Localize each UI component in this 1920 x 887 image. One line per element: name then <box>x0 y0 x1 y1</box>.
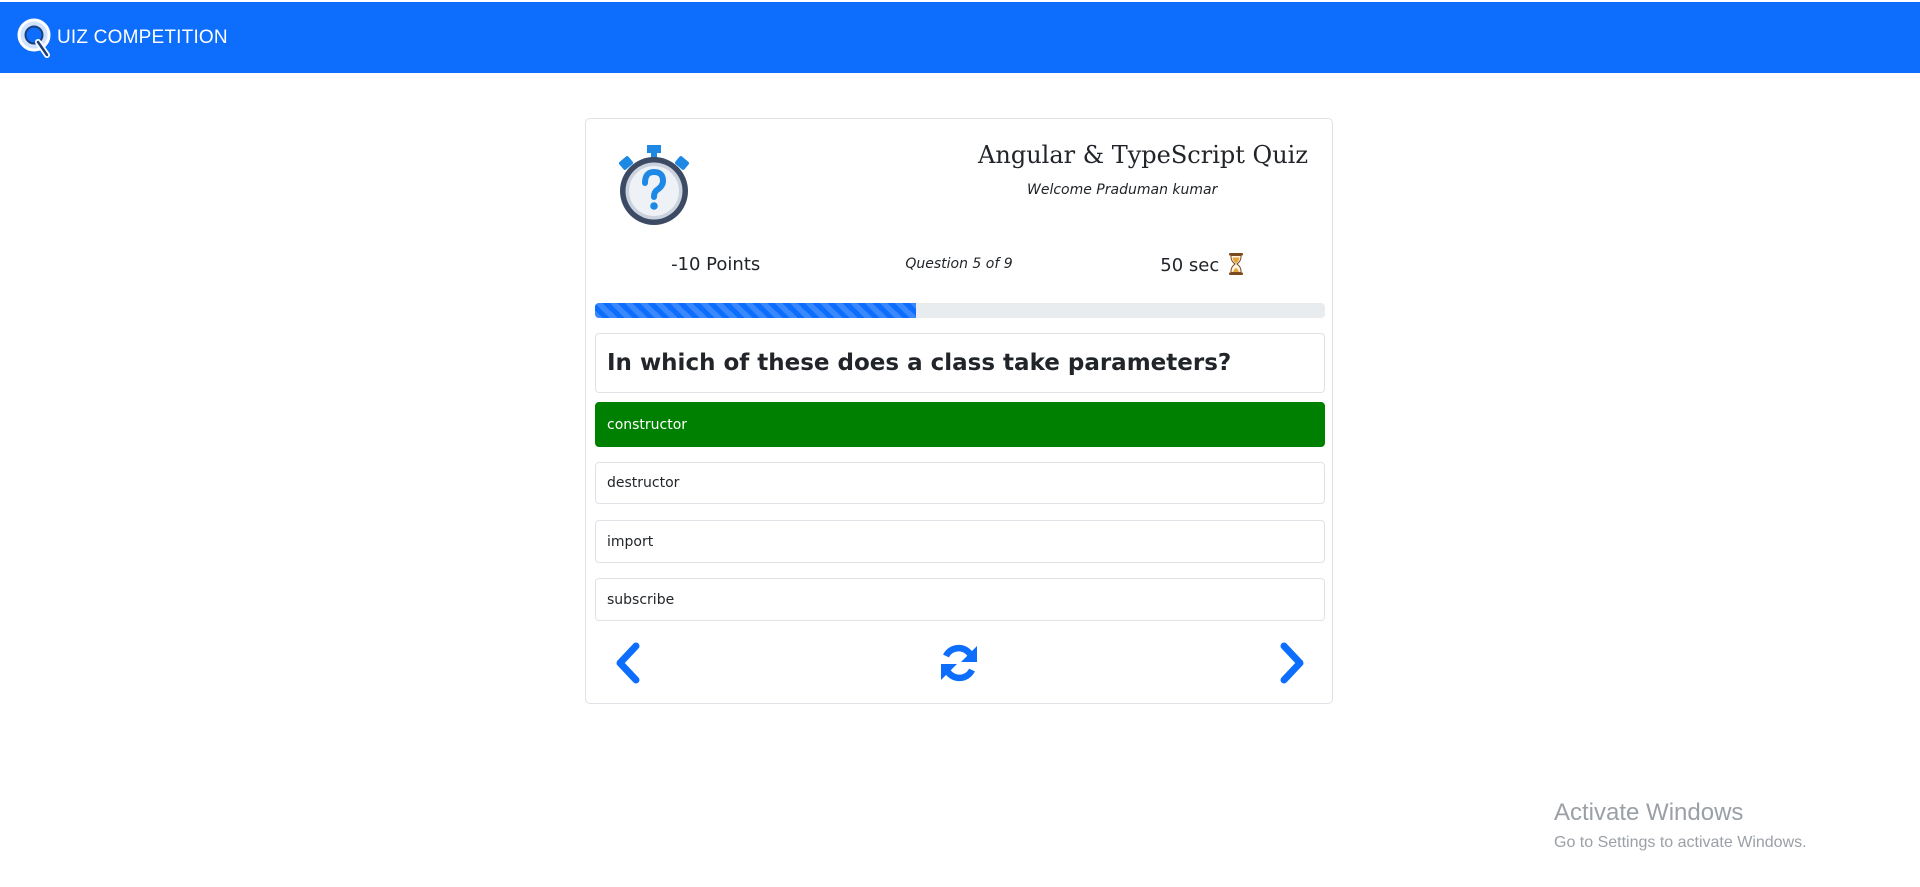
quiz-stats-row: -10 Points Question 5 of 9 50 sec <box>594 249 1324 279</box>
brand-text: UIZ COMPETITION <box>57 26 228 48</box>
progress-fill <box>595 303 917 318</box>
points-display: -10 Points <box>671 253 761 275</box>
quiz-title: Angular & TypeScript Quiz <box>978 141 1308 169</box>
previous-question-button[interactable] <box>606 640 648 686</box>
quiz-logo-icon <box>17 18 51 58</box>
timer-text: 50 sec <box>1160 254 1220 276</box>
watermark-subtitle: Go to Settings to activate Windows. <box>1554 834 1807 851</box>
top-navbar: UIZ COMPETITION <box>0 2 1920 73</box>
question-box: In which of these does a class take para… <box>595 333 1325 393</box>
hourglass-icon <box>1229 252 1244 275</box>
question-text: In which of these does a class take para… <box>607 350 1232 376</box>
chevron-left-icon <box>616 642 640 684</box>
chevron-right-icon <box>1280 642 1304 684</box>
windows-activation-watermark: Activate Windows Go to Settings to activ… <box>1554 799 1807 853</box>
answer-option-constructor[interactable]: constructor <box>595 402 1325 447</box>
answer-option-label: constructor <box>607 416 688 433</box>
quiz-progress-bar <box>595 303 1325 318</box>
answer-option-label: destructor <box>607 475 680 491</box>
answer-option-import[interactable]: import <box>595 520 1325 563</box>
question-counter: Question 5 of 9 <box>905 256 1013 272</box>
answer-option-subscribe[interactable]: subscribe <box>595 578 1325 621</box>
stopwatch-question-icon <box>619 145 689 225</box>
refresh-icon <box>941 644 977 682</box>
timer-display: 50 sec <box>1081 252 1324 276</box>
answer-option-label: subscribe <box>607 591 675 608</box>
restart-quiz-button[interactable] <box>938 640 980 686</box>
next-question-button[interactable] <box>1272 640 1314 686</box>
answer-option-destructor[interactable]: destructor <box>595 462 1325 504</box>
brand-link[interactable]: UIZ COMPETITION <box>16 16 228 60</box>
quiz-card: Angular & TypeScript Quiz Welcome Pradum… <box>585 118 1333 704</box>
watermark-title: Activate Windows <box>1554 799 1744 826</box>
welcome-message: Welcome Praduman kumar <box>1027 182 1218 198</box>
answer-option-label: import <box>607 533 654 550</box>
